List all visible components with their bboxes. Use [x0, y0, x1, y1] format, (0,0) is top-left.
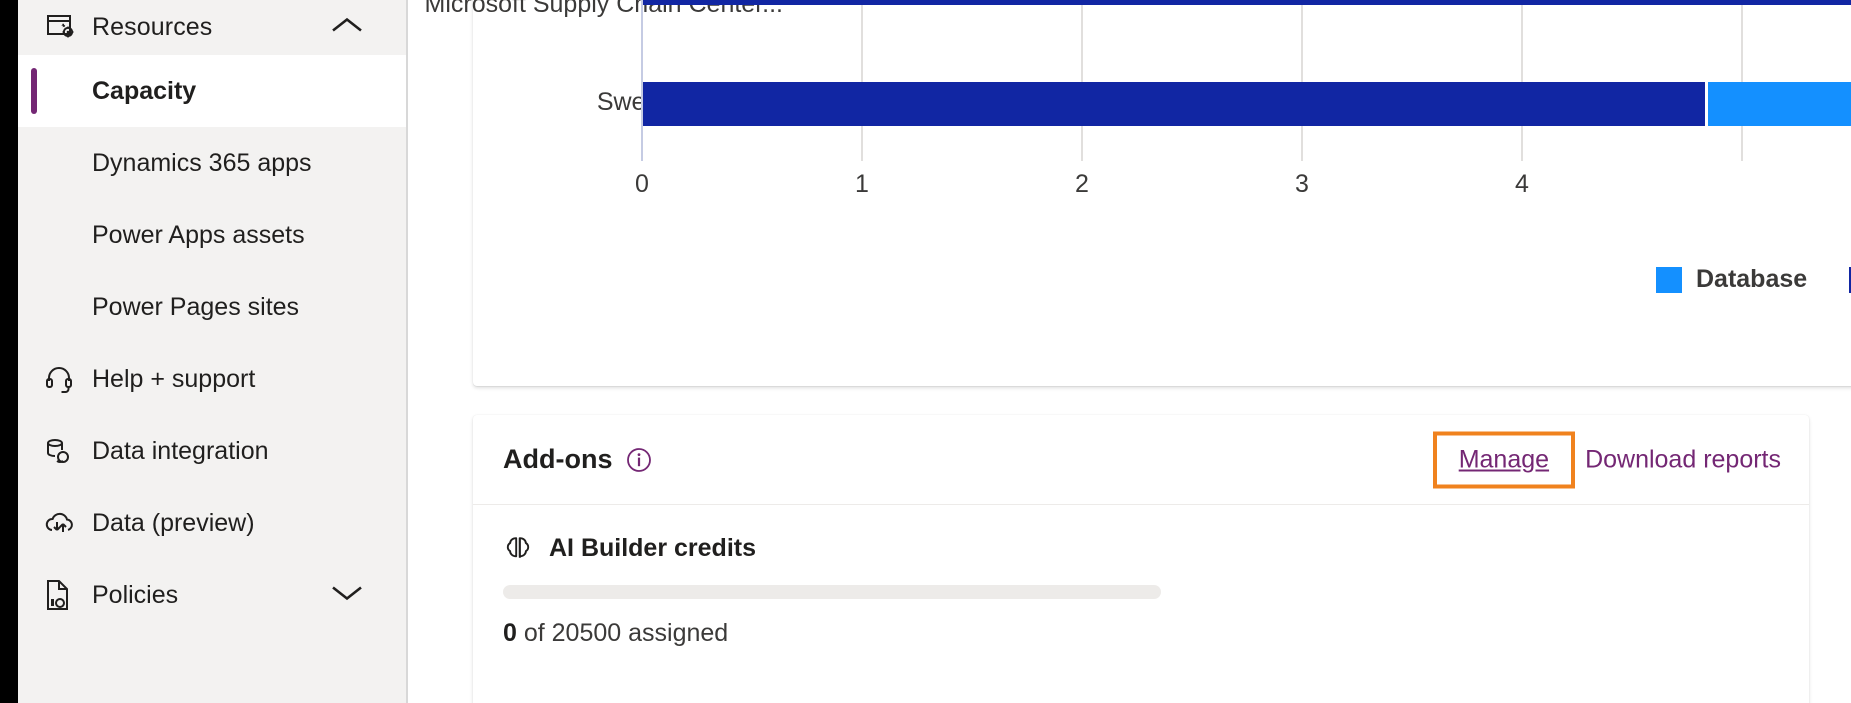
policies-icon	[44, 579, 80, 611]
chart-bar-segment-file	[643, 82, 1705, 126]
chart-tick-label: 0	[635, 170, 649, 198]
sidebar-group-resources[interactable]: Resources	[18, 0, 406, 55]
capacity-chart: Microsoft Supply Chain Center... SwenkaD…	[425, 0, 1851, 386]
addon-assigned-value: 0	[503, 619, 517, 647]
main-content: Microsoft Supply Chain Center... SwenkaD…	[408, 0, 1851, 703]
sidebar-item-dynamics-365-apps[interactable]: Dynamics 365 apps	[18, 127, 406, 199]
capacity-chart-card: Microsoft Supply Chain Center... SwenkaD…	[425, 0, 1851, 386]
sidebar-item-power-pages-sites[interactable]: Power Pages sites	[18, 271, 406, 343]
headset-icon	[44, 364, 80, 394]
data-integration-icon	[44, 436, 80, 466]
manage-highlight-annotation: Manage	[1432, 431, 1576, 488]
sidebar-item-label: Data integration	[92, 436, 269, 465]
addons-card: Add-ons Manage Download reports AI Build…	[473, 415, 1809, 703]
sidebar-item-label: Dynamics 365 apps	[92, 148, 312, 177]
chart-tick-label: 3	[1295, 170, 1309, 198]
info-icon[interactable]	[626, 447, 652, 473]
chart-gridline	[1521, 0, 1523, 161]
download-reports-button[interactable]: Download reports	[1585, 445, 1781, 474]
legend-swatch-database	[1656, 266, 1682, 293]
sidebar-item-data-preview[interactable]: Data (preview)	[18, 487, 406, 559]
chart-y-axis	[641, 0, 643, 161]
addon-label: AI Builder credits	[549, 533, 756, 562]
addons-card-header: Add-ons Manage Download reports	[473, 415, 1809, 505]
addons-header-actions: Manage Download reports	[1432, 431, 1781, 488]
app-root: Resources Capacity Dynamics 365 apps Pow…	[0, 0, 1851, 703]
chevron-down-icon[interactable]	[330, 583, 364, 608]
sidebar-item-label: Power Apps assets	[92, 220, 305, 249]
resources-icon	[46, 14, 80, 42]
sidebar-item-label: Power Pages sites	[92, 292, 300, 321]
chart-gridline	[1301, 0, 1303, 161]
sidebar-item-power-apps-assets[interactable]: Power Apps assets	[18, 199, 406, 271]
sidebar-item-policies[interactable]: Policies	[18, 559, 406, 631]
sidebar-item-label: Data (preview)	[92, 508, 255, 537]
chevron-up-icon[interactable]	[330, 15, 364, 40]
chart-gridline	[861, 0, 863, 161]
chart-bar-segment-database	[1708, 82, 1851, 126]
chart-tick-label: 4	[1515, 170, 1529, 198]
legend-item-database[interactable]: Database	[1656, 265, 1807, 294]
addon-progress-bar	[503, 585, 1161, 599]
legend-label: Database	[1696, 265, 1808, 293]
sidebar-item-help-support[interactable]: Help + support	[18, 343, 406, 415]
manage-button[interactable]: Manage	[1459, 445, 1549, 474]
sidebar-item-data-integration[interactable]: Data integration	[18, 415, 406, 487]
sidebar: Resources Capacity Dynamics 365 apps Pow…	[18, 0, 408, 703]
addon-assigned-status: 0 of 20500 assigned	[503, 619, 1779, 648]
sidebar-item-capacity[interactable]: Capacity	[18, 55, 406, 127]
ai-builder-icon	[503, 533, 533, 563]
sidebar-item-label: Capacity	[92, 76, 197, 105]
chart-tick-label: 1	[855, 170, 869, 198]
addon-item-ai-builder-credits: AI Builder credits 0 of 20500 assigned	[473, 505, 1809, 648]
chart-gridline	[1741, 0, 1743, 161]
sidebar-group-label: Resources	[92, 13, 213, 41]
addon-name-row: AI Builder credits	[503, 533, 1779, 563]
chart-tick-label: 2	[1075, 170, 1089, 198]
addons-title: Add-ons	[503, 444, 613, 474]
chart-legend: Database File Lo	[1656, 265, 1851, 294]
chart-gridline	[1081, 0, 1083, 161]
sidebar-item-label: Policies	[92, 580, 179, 609]
cloud-sync-icon	[44, 509, 80, 537]
chart-bar-segment-file	[643, 0, 1851, 5]
sidebar-item-label: Help + support	[92, 364, 256, 393]
left-rail	[0, 0, 18, 703]
addon-assigned-suffix: of 20500 assigned	[516, 619, 729, 647]
